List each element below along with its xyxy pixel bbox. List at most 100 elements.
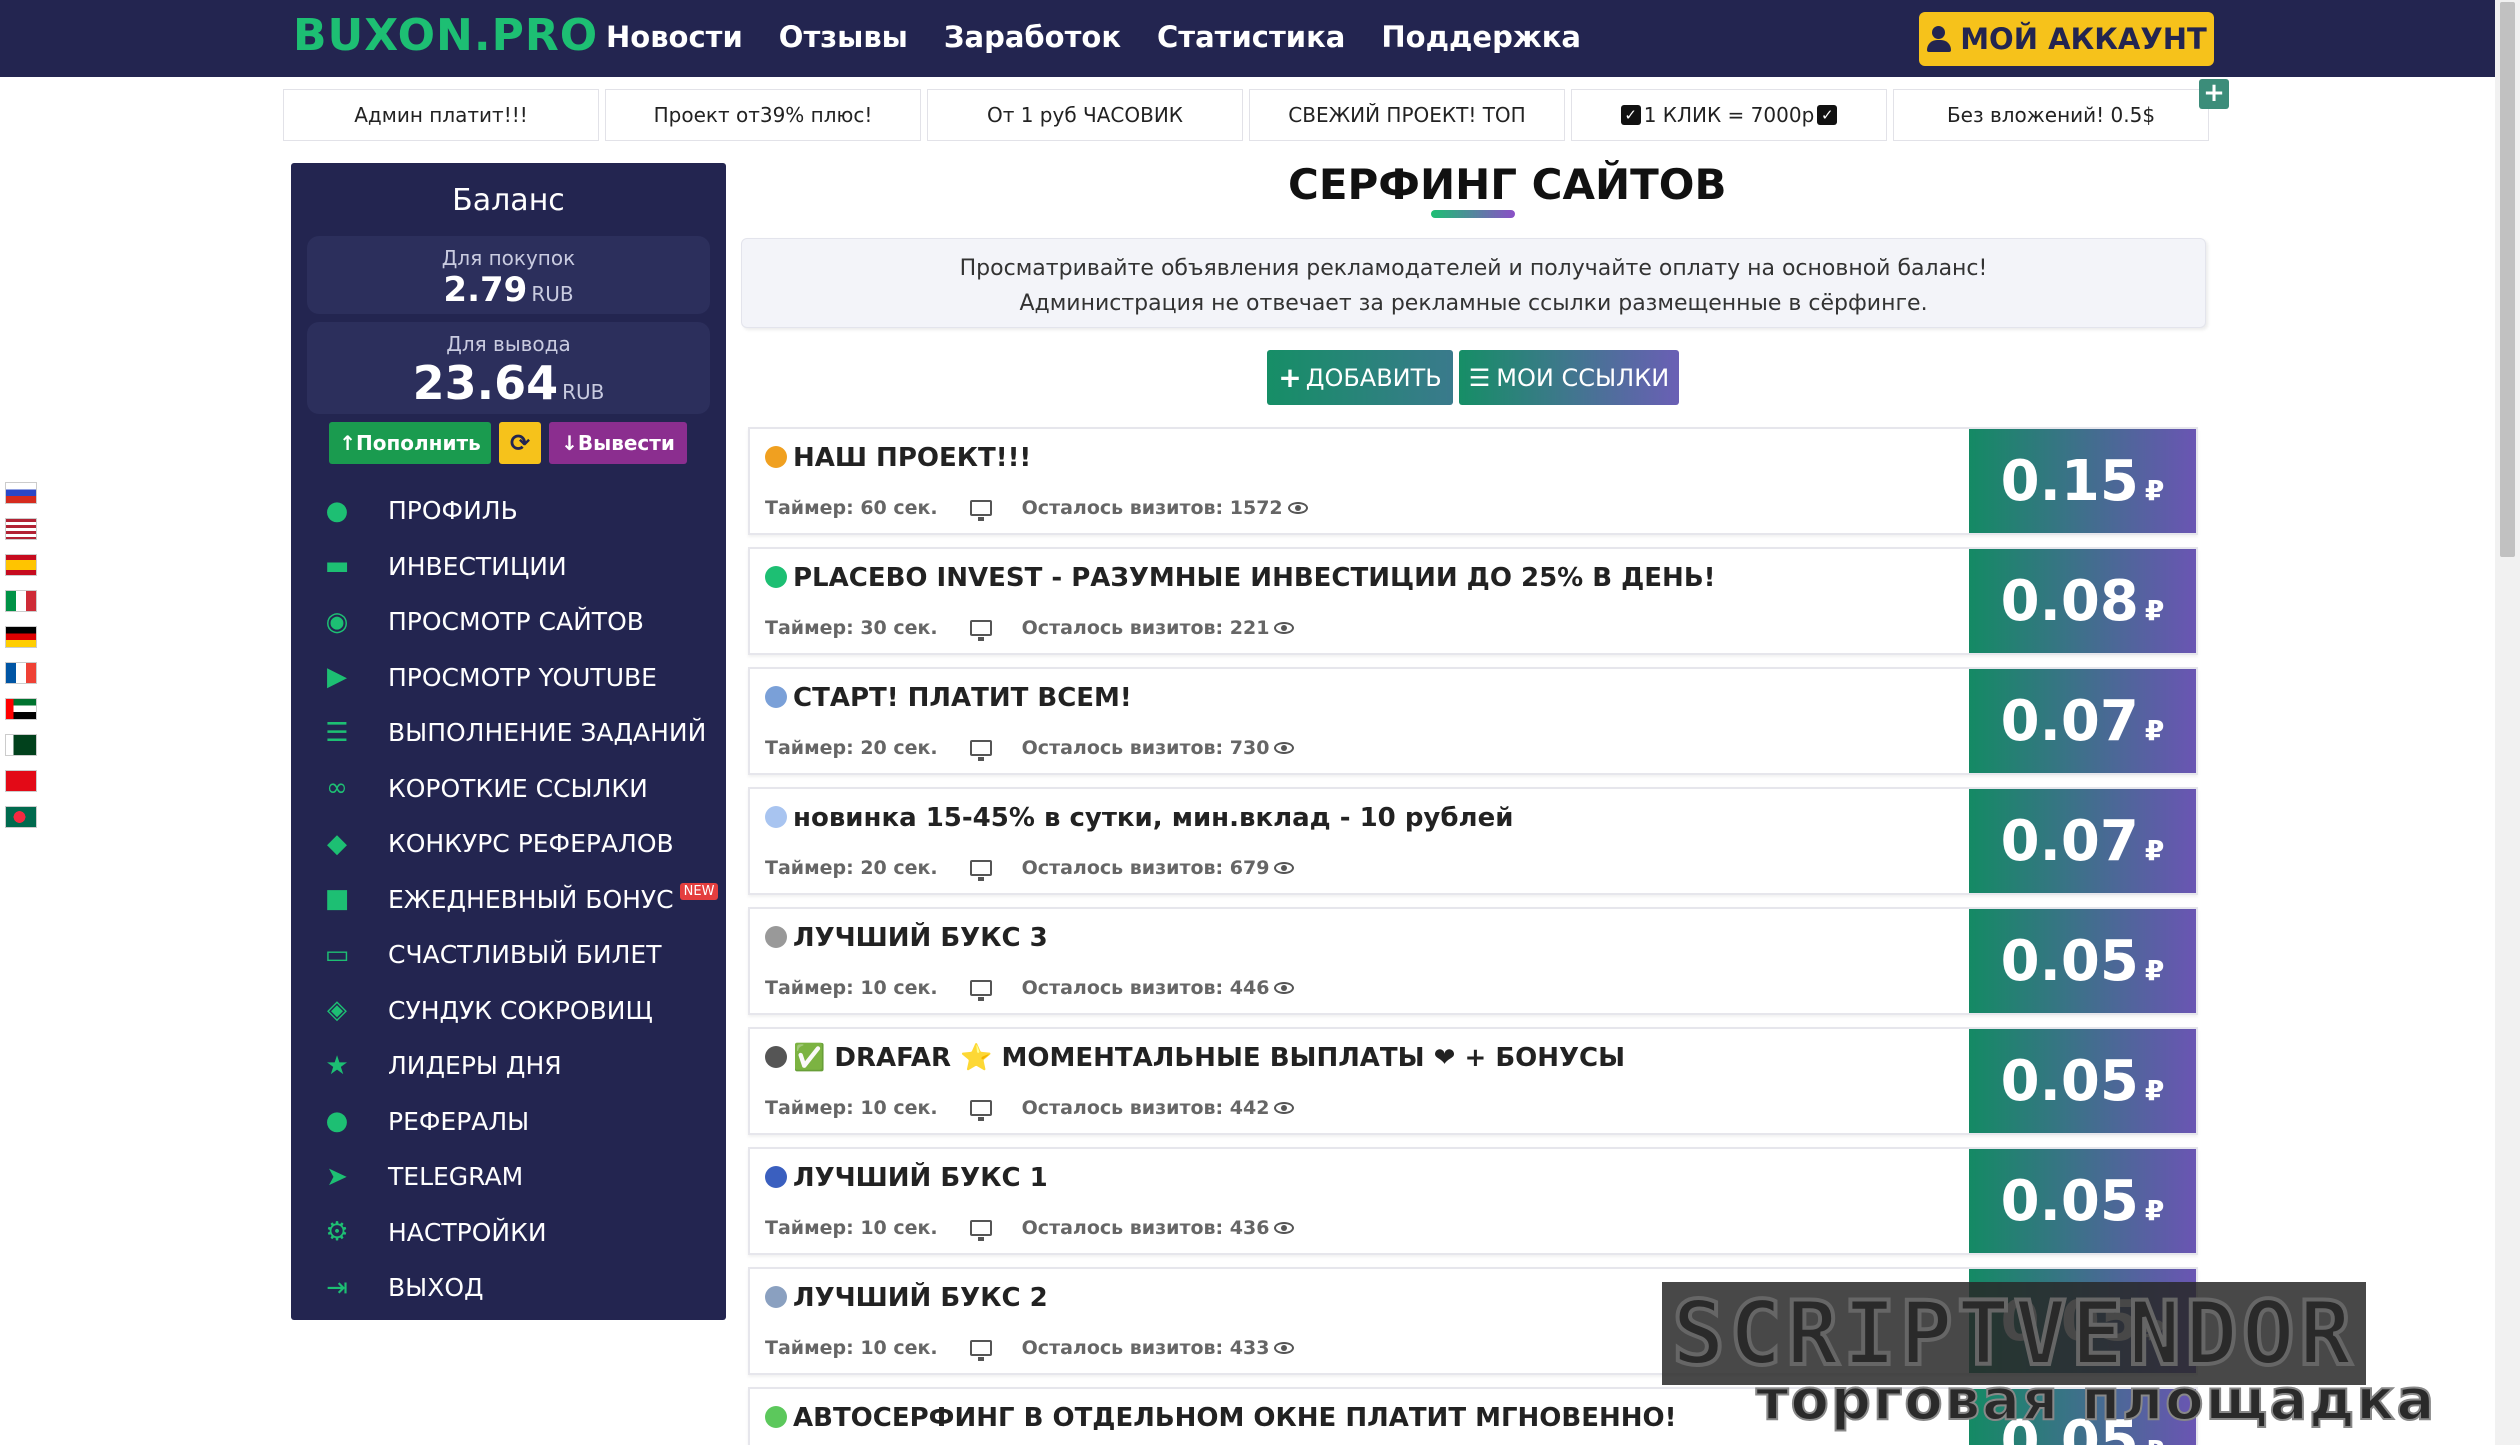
sidebar-item-leaders[interactable]: ★ ЛИДЕРЫ ДНЯ [323, 1038, 718, 1094]
nav-link-reviews[interactable]: Отзывы [779, 20, 908, 54]
site-price-value: 0.05 [2000, 1168, 2139, 1234]
users-icon: ● [325, 1106, 349, 1137]
sidebar-item-profile[interactable]: ● ПРОФИЛЬ [323, 483, 718, 539]
site-price[interactable]: 0.05₽ [1969, 1149, 2196, 1253]
nav-link-news[interactable]: Новости [606, 20, 743, 54]
site-title[interactable]: ЛУЧШИЙ БУКС 2 [765, 1283, 1048, 1313]
eye-icon [1274, 622, 1295, 634]
diamond-icon: ◆ [327, 828, 347, 859]
favicon-icon [765, 1286, 787, 1308]
site-row[interactable]: ✅ DRAFAR ⭐ МОМЕНТАЛЬНЫЕ ВЫПЛАТЫ ❤ + БОНУ… [748, 1027, 2198, 1135]
site-title[interactable]: PLACEBO INVEST - РАЗУМНЫЕ ИНВЕСТИЦИИ ДО … [765, 563, 1716, 593]
watermark: SCRIPTVENDOR торговая площадка [1662, 1280, 2494, 1434]
withdraw-label: Вывести [577, 431, 675, 455]
flag-es-icon[interactable] [5, 554, 37, 576]
ticker-link[interactable]: СВЕЖИЙ ПРОЕКТ! ТОП [1249, 89, 1565, 141]
site-row[interactable]: ЛУЧШИЙ БУКС 1 Таймер: 10 сек. Осталось виз… [748, 1147, 2198, 1255]
nav-link-earnings[interactable]: Заработок [944, 20, 1121, 54]
sidebar-item-settings[interactable]: ⚙ НАСТРОЙКИ [323, 1205, 718, 1261]
site-price[interactable]: 0.07 ₽ [1969, 789, 2196, 893]
ruble-icon: ₽ [2144, 1193, 2165, 1227]
site-row[interactable]: СТАРТ! ПЛАТИТ ВСЕМ! Таймер: 20 сек. Остало… [748, 667, 2198, 775]
sidebar-item-treasure-chest[interactable]: ◈ СУНДУК СОКРОВИЩ [323, 983, 718, 1039]
my-account-button[interactable]: МОЙ АККАУНТ [1919, 12, 2214, 66]
withdraw-button[interactable]: ↓ Вывести [549, 422, 687, 464]
eye-icon [1274, 1222, 1295, 1234]
nav-link-stats[interactable]: Статистика [1157, 20, 1345, 54]
ticker-link[interactable]: От 1 руб ЧАСОВИК [927, 89, 1243, 141]
my-links-button[interactable]: ☰ МОИ ССЫЛКИ [1459, 350, 1679, 405]
sidebar-item-lucky-ticket[interactable]: ▭ СЧАСТЛИВЫЙ БИЛЕТ [323, 927, 718, 983]
sidebar-item-view-sites[interactable]: ◉ ПРОСМОТР САЙТОВ [323, 594, 718, 650]
flag-de-icon[interactable] [5, 626, 37, 648]
favicon-icon [765, 1406, 787, 1428]
sidebar-item-logout[interactable]: ⇥ ВЫХОД [323, 1260, 718, 1316]
site-visits: Осталось визитов: 442 [1021, 1097, 1270, 1119]
site-visits: Осталось визитов: 221 [1021, 617, 1270, 639]
sidebar-item-investments[interactable]: ▬ ИНВЕСТИЦИИ [323, 539, 718, 595]
my-links-label: МОИ ССЫЛКИ [1496, 363, 1670, 392]
ticker-link[interactable]: Админ платит!!! [283, 89, 599, 141]
sidebar-item-short-links[interactable]: ∞ КОРОТКИЕ ССЫЛКИ [323, 761, 718, 817]
site-meta: Таймер: 10 сек. Осталось визитов: 446 [765, 977, 1295, 1001]
site-timer: Таймер: 10 сек. [765, 977, 938, 999]
sidebar-item-daily-bonus[interactable]: ■ ЕЖЕДНЕВНЫЙ БОНУС NEW [323, 872, 719, 928]
site-row[interactable]: PLACEBO INVEST - РАЗУМНЫЕ ИНВЕСТИЦИИ ДО … [748, 547, 2198, 655]
site-row[interactable]: новинка 15-45% в сутки, мин.вклад - 10 р… [748, 787, 2198, 895]
add-link-label: ДОБАВИТЬ [1305, 363, 1442, 392]
sidebar-item-telegram[interactable]: ➤ TELEGRAM [323, 1149, 718, 1205]
site-logo[interactable]: BUXON.PRO [293, 10, 598, 61]
topup-button[interactable]: ↑ Пополнить [329, 422, 491, 464]
flag-ae-icon[interactable] [5, 698, 37, 720]
site-title[interactable]: ЛУЧШИЙ БУКС 1 [765, 1163, 1048, 1193]
flag-bd-icon[interactable] [5, 806, 37, 828]
ticker-link[interactable]: ✓ 1 КЛИК = 7000р ✓ [1571, 89, 1887, 141]
site-title[interactable]: ЛУЧШИЙ БУКС 3 [765, 923, 1048, 953]
refresh-button[interactable]: ⟳ [499, 422, 541, 464]
scrollbar-thumb[interactable] [2500, 2, 2515, 557]
site-price[interactable]: 0.15 ₽ [1969, 429, 2196, 533]
ticker-link[interactable]: Проект от39% плюс! [605, 89, 921, 141]
site-title-text: новинка 15-45% в сутки, мин.вклад - 10 р… [793, 803, 1514, 833]
site-price[interactable]: 0.05₽ [1969, 1029, 2196, 1133]
flag-tr-icon[interactable] [5, 770, 37, 792]
site-title[interactable]: НАШ ПРОЕКТ!!! [765, 443, 1031, 473]
flag-fr-icon[interactable] [5, 662, 37, 684]
site-price[interactable]: 0.05₽ [1969, 909, 2196, 1013]
site-price[interactable]: 0.07 ₽ [1969, 669, 2196, 773]
sidebar-item-referrals[interactable]: ● РЕФЕРАЛЫ [323, 1094, 718, 1150]
sidebar-item-label: ПРОФИЛЬ [388, 496, 518, 526]
site-price[interactable]: 0.08 ₽ [1969, 549, 2196, 653]
site-title[interactable]: АВТОСЕРФИНГ В ОТДЕЛЬНОМ ОКНЕ ПЛАТИТ МГНО… [765, 1403, 1676, 1433]
add-ticker-button[interactable]: + [2199, 79, 2229, 109]
watermark-subtitle: торговая площадка [1755, 1367, 2437, 1434]
eye-icon [1274, 982, 1295, 994]
sidebar-item-youtube[interactable]: ▶ ПРОСМОТР YOUTUBE [323, 650, 718, 706]
site-timer: Таймер: 10 сек. [765, 1097, 938, 1119]
site-meta: Таймер: 30 сек. Осталось визитов: 221 [765, 617, 1295, 641]
site-price-value: 0.07 [2000, 688, 2139, 754]
ruble-icon: ₽ [2144, 713, 2165, 747]
info-line-2: Администрация не отвечает за рекламные с… [1019, 291, 1928, 316]
site-row[interactable]: НАШ ПРОЕКТ!!! Таймер: 60 сек. Осталось виз… [748, 427, 2198, 535]
site-visits: Осталось визитов: 446 [1021, 977, 1270, 999]
nav-link-support[interactable]: Поддержка [1381, 20, 1581, 54]
site-row[interactable]: ЛУЧШИЙ БУКС 3 Таймер: 10 сек. Осталось виз… [748, 907, 2198, 1015]
site-meta: Таймер: 20 сек. Осталось визитов: 730 [765, 737, 1295, 761]
flag-pk-icon[interactable] [5, 734, 37, 756]
ticker-link[interactable]: Без вложений! 0.5$ [1893, 89, 2209, 141]
sidebar-item-label: РЕФЕРАЛЫ [388, 1106, 530, 1136]
add-link-button[interactable]: + ДОБАВИТЬ [1267, 350, 1453, 405]
sidebar-item-referral-contest[interactable]: ◆ КОНКУРС РЕФЕРАЛОВ [323, 816, 718, 872]
flag-ru-icon[interactable] [5, 482, 37, 504]
play-icon: ▶ [327, 662, 347, 693]
flag-us-icon[interactable] [5, 518, 37, 540]
site-title[interactable]: ✅ DRAFAR ⭐ МОМЕНТАЛЬНЫЕ ВЫПЛАТЫ ❤ + БОНУ… [765, 1043, 1625, 1073]
sidebar-item-tasks[interactable]: ☰ ВЫПОЛНЕНИЕ ЗАДАНИЙ [323, 705, 718, 761]
page-scrollbar[interactable] [2495, 0, 2520, 1445]
user-icon: ● [325, 495, 349, 526]
site-title[interactable]: новинка 15-45% в сутки, мин.вклад - 10 р… [765, 803, 1513, 833]
title-underline [1431, 210, 1515, 218]
flag-it-icon[interactable] [5, 590, 37, 612]
site-title[interactable]: СТАРТ! ПЛАТИТ ВСЕМ! [765, 683, 1132, 713]
